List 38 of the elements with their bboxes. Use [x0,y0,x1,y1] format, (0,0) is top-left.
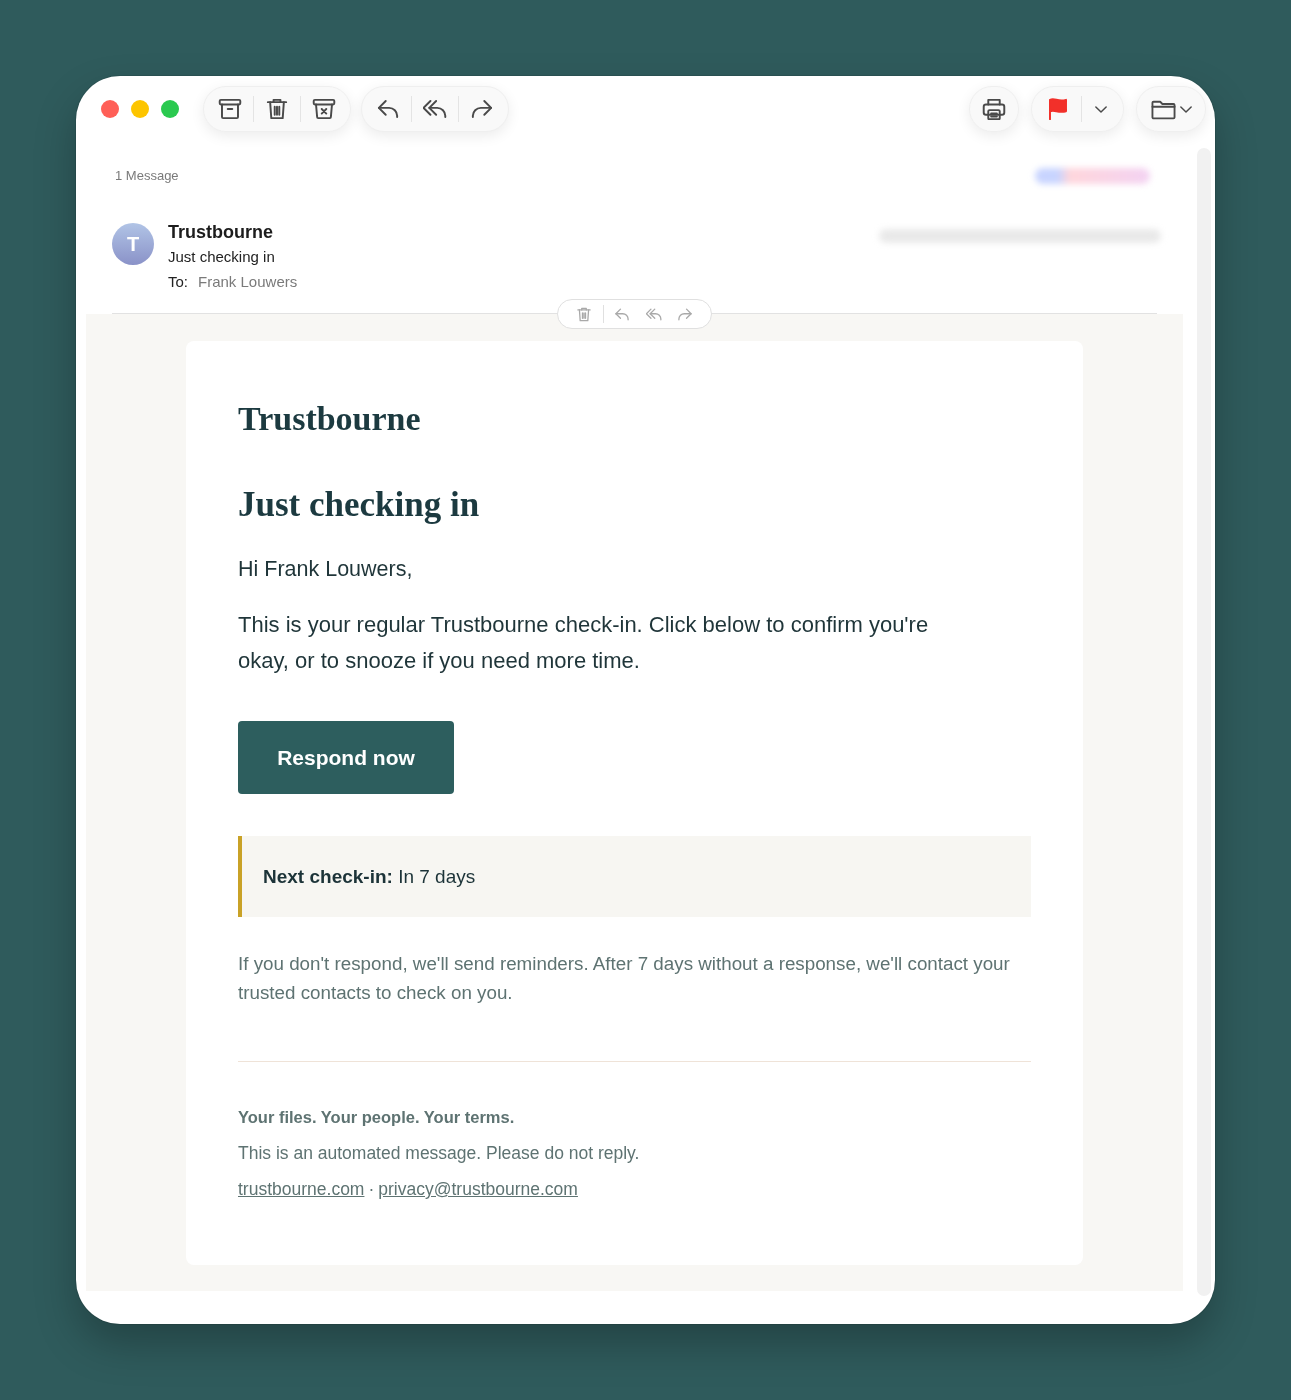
close-button[interactable] [101,100,119,118]
reply-icon [614,306,631,322]
reminder-note: If you don't respond, we'll send reminders. After 7 days without a response, we'll contact your trusted contacts to check on you. [238,952,1011,1005]
print-button[interactable] [969,86,1019,132]
move-button[interactable] [1136,86,1206,132]
zoom-button[interactable] [161,100,179,118]
respond-now-button[interactable]: Respond now [238,721,454,794]
reply-icon [376,98,400,120]
trash-icon [575,306,592,322]
greeting: Hi Frank Louwers, [238,556,414,583]
next-check-in-text: Next check-in: In 7 days [263,864,476,889]
x-box-icon [312,98,336,120]
email-heading: Just checking in [238,485,481,525]
folder-icon [1150,98,1176,120]
chevron-down-icon [1095,105,1107,113]
to-label: To: [168,272,188,292]
reply-all-icon [423,98,447,120]
link-separator: · [368,1178,375,1201]
brand-name: Trustbourne [238,399,422,439]
chevron-down-icon [1179,105,1192,113]
message-count: 1 Message [115,167,179,185]
avatar: T [112,223,154,265]
footer-link[interactable]: trustbourne.com [238,1171,365,1207]
scrollbar[interactable] [1197,148,1211,1296]
archive-box-icon [218,98,242,120]
reply-all-icon [645,306,662,322]
footer-link[interactable]: privacy@trustbourne.com [378,1171,578,1207]
forward-icon [470,98,494,120]
recipient-name[interactable]: Frank Louwers [198,270,298,294]
subject-line: Just checking in [168,247,276,267]
footer-notice: This is an automated message. Please do not reply. [238,1142,641,1165]
forward-icon [677,306,694,322]
body-text: This is your regular Trustbourne check-in. Click below to confirm you're okay, or to snooze if you need more time. [238,611,930,675]
flag-icon [1046,98,1070,120]
printer-icon [982,98,1006,120]
footer-tagline: Your files. Your people. Your terms. [238,1107,516,1128]
sender-name: Trustbourne [168,221,274,244]
trash-icon [265,98,289,120]
